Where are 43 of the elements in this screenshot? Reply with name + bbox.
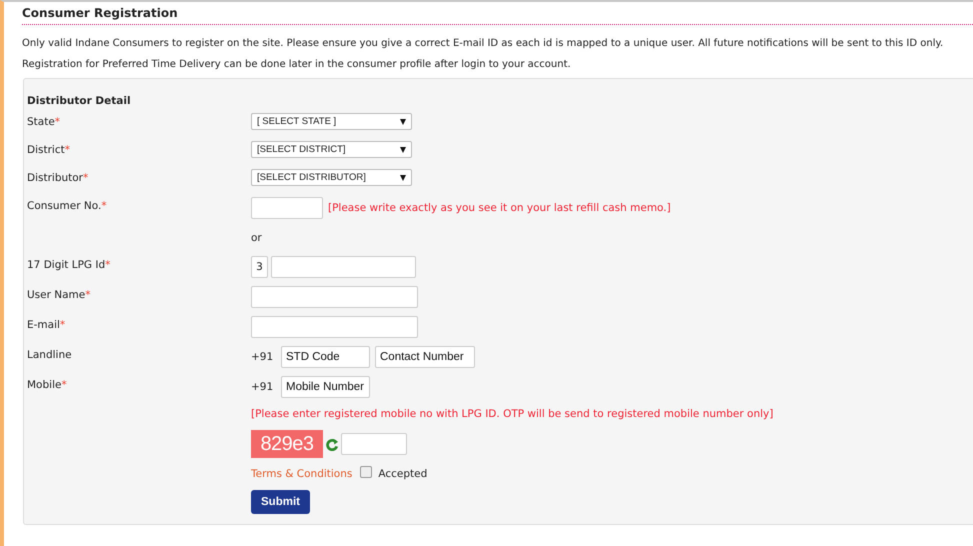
dropdown[interactable]: [ SELECT STATE ]	[251, 113, 412, 130]
refresh-icon[interactable]	[326, 438, 339, 450]
page-title: Consumer Registration	[22, 5, 973, 25]
checkbox[interactable]	[360, 466, 372, 478]
field-label: District	[27, 144, 65, 156]
field-label: Distributor	[27, 172, 84, 184]
checkbox-label: Accepted	[378, 468, 428, 480]
country-code: +91	[251, 351, 274, 363]
input-field[interactable]	[271, 256, 416, 278]
or-text: or	[251, 232, 262, 244]
section-title: Distributor Detail	[27, 95, 132, 107]
field-label: State	[27, 116, 55, 128]
field-label: Consumer No.	[27, 200, 102, 212]
field-label: Mobile	[27, 379, 62, 391]
required-mark: *	[83, 172, 88, 184]
dropdown[interactable]: [SELECT DISTRICT]	[251, 141, 412, 158]
dropdown[interactable]: [SELECT DISTRIBUTOR]	[251, 169, 412, 186]
prefix-box: 3	[251, 256, 268, 278]
required-mark: *	[60, 319, 66, 331]
input-field[interactable]: Mobile Number	[281, 376, 370, 398]
input-field[interactable]: Contact Number	[375, 346, 475, 368]
input-field[interactable]	[251, 286, 418, 308]
required-mark: *	[101, 200, 107, 212]
input-field[interactable]	[251, 197, 323, 219]
input-field[interactable]	[251, 316, 418, 338]
country-code: +91	[251, 381, 274, 393]
captcha-field[interactable]	[341, 433, 407, 455]
input-field[interactable]: STD Code	[281, 346, 370, 368]
required-mark: *	[105, 259, 110, 271]
field-label: E-mail	[27, 319, 60, 331]
required-mark: *	[61, 379, 67, 391]
required-mark: *	[54, 116, 60, 128]
info-text: Registration for Preferred Time Delivery can be done later in the consumer profile after login to your account.	[22, 58, 572, 72]
captcha-image: 829e3	[251, 430, 323, 458]
submit-button[interactable]: Submit	[251, 490, 310, 514]
required-mark: *	[85, 289, 90, 301]
field-label: User Name	[27, 289, 86, 301]
notice-text: [Please enter registered mobile no with LPG ID. OTP will be send to registered mobile number only]	[251, 407, 774, 420]
field-label: Landline	[27, 349, 72, 361]
hint-text: [Please write exactly as you see it on your last refill cash memo.]	[328, 202, 671, 214]
info-text: Only valid Indane Consumers to register on the site. Please ensure you give a correct E-mail ID as each id is mapped to a unique user. All future notifications will be sent to this ID only.	[22, 37, 944, 51]
required-mark: *	[64, 144, 70, 156]
field-label: 17 Digit LPG Id	[27, 259, 106, 271]
